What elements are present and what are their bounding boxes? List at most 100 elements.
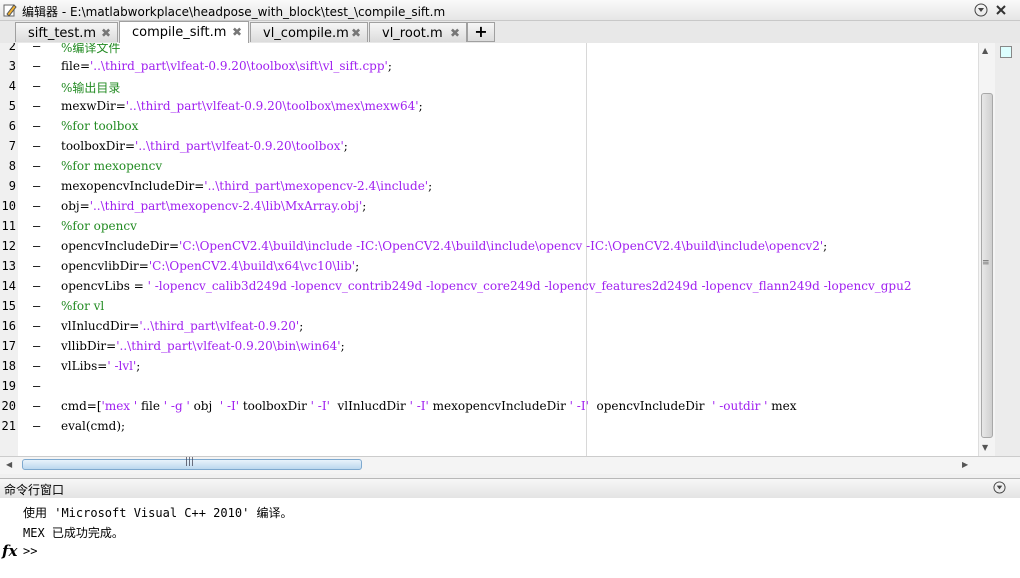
- code-text: %编译文件: [61, 43, 121, 55]
- tab-label: vl_compile.m: [263, 26, 349, 41]
- breakpoint-dash[interactable]: —: [33, 43, 40, 53]
- command-prompt[interactable]: >>: [23, 544, 37, 558]
- code-line[interactable]: 7 — toolboxDir='..\third_part\vlfeat-0.9.2…: [0, 136, 980, 156]
- line-number: 17: [1, 339, 16, 353]
- code-text: opencvIncludeDir='C:\OpenCV2.4\build\inc…: [61, 239, 828, 253]
- line-number: 8: [8, 159, 16, 173]
- line-number: 9: [8, 179, 16, 193]
- code-line[interactable]: 11 — %for opencv: [0, 216, 980, 236]
- code-line[interactable]: 9 — mexopencvIncludeDir='..\third_part\mex…: [0, 176, 980, 196]
- code-editor[interactable]: 2 — %编译文件 3 — file='..\third_part\vlfeat-0.9.…: [0, 43, 1020, 456]
- code-line[interactable]: 20 — cmd=['mex ' file ' -g ' obj ' -I' too…: [0, 396, 980, 416]
- scroll-down-arrow-icon[interactable]: ▼: [982, 443, 988, 452]
- breakpoint-dash[interactable]: —: [33, 99, 40, 113]
- chevron-down-icon[interactable]: [993, 481, 1006, 497]
- line-number: 5: [8, 99, 16, 113]
- code-text: eval(cmd);: [61, 419, 126, 433]
- close-icon[interactable]: ✖: [450, 26, 460, 40]
- code-line[interactable]: 12 — opencvIncludeDir='C:\OpenCV2.4\build\…: [0, 236, 980, 256]
- fx-function-browser-icon[interactable]: fx: [2, 542, 17, 560]
- line-number: 13: [1, 259, 16, 273]
- breakpoint-dash[interactable]: —: [33, 159, 40, 173]
- vertical-scrollbar[interactable]: ▲ ≡ ▼: [978, 43, 995, 456]
- code-line[interactable]: 6 — %for toolbox: [0, 116, 980, 136]
- breakpoint-dash[interactable]: —: [33, 79, 40, 93]
- breakpoint-dash[interactable]: —: [33, 299, 40, 313]
- code-text: file='..\third_part\vlfeat-0.9.20\toolbo…: [61, 59, 392, 73]
- breakpoint-dash[interactable]: —: [33, 319, 40, 333]
- tab-compile-sift[interactable]: compile_sift.m ✖: [119, 21, 249, 43]
- code-text: %输出目录: [61, 81, 121, 95]
- editor-title-bar: 编辑器 - E:\matlabworkplace\headpose_with_b…: [0, 0, 1020, 21]
- line-number: 20: [1, 399, 16, 413]
- scroll-right-arrow-icon[interactable]: ▶: [962, 460, 968, 469]
- breakpoint-dash[interactable]: —: [33, 399, 40, 413]
- breakpoint-dash[interactable]: —: [33, 219, 40, 233]
- breakpoint-dash[interactable]: —: [33, 119, 40, 133]
- code-line[interactable]: 3 — file='..\third_part\vlfeat-0.9.20\tool…: [0, 56, 980, 76]
- close-icon[interactable]: ✖: [232, 25, 242, 39]
- code-line[interactable]: 8 — %for mexopencv: [0, 156, 980, 176]
- line-number: 19: [1, 379, 16, 393]
- command-output-line: 使用 'Microsoft Visual C++ 2010' 编译。: [23, 506, 293, 520]
- code-text: opencvLibs = ' -lopencv_calib3d249d -lop…: [61, 279, 912, 293]
- code-line[interactable]: 5 — mexwDir='..\third_part\vlfeat-0.9.20\t…: [0, 96, 980, 116]
- add-tab-button[interactable]: +: [467, 22, 495, 42]
- breakpoint-dash[interactable]: —: [33, 379, 40, 393]
- line-number: 18: [1, 359, 16, 373]
- code-line[interactable]: 10 — obj='..\third_part\mexopencv-2.4\lib\…: [0, 196, 980, 216]
- close-icon[interactable]: ✖: [101, 26, 111, 40]
- command-window[interactable]: 使用 'Microsoft Visual C++ 2010' 编译。 MEX 已…: [0, 498, 1020, 578]
- line-number: 10: [1, 199, 16, 213]
- scroll-up-arrow-icon[interactable]: ▲: [982, 46, 988, 55]
- breakpoint-dash[interactable]: —: [33, 419, 40, 433]
- code-line[interactable]: 2 — %编译文件: [0, 43, 980, 56]
- code-text: %for opencv: [61, 219, 137, 233]
- code-line[interactable]: 4 — %输出目录: [0, 76, 980, 96]
- code-line[interactable]: 13 — opencvlibDir='C:\OpenCV2.4\build\x64\…: [0, 256, 980, 276]
- code-line[interactable]: 17 — vllibDir='..\third_part\vlfeat-0.9.20…: [0, 336, 980, 356]
- tab-vl-root[interactable]: vl_root.m ✖: [369, 22, 467, 42]
- scroll-grip-icon: |||: [185, 457, 195, 467]
- chevron-down-icon[interactable]: [974, 3, 988, 17]
- code-text: mexwDir='..\third_part\vlfeat-0.9.20\too…: [61, 99, 423, 113]
- breakpoint-dash[interactable]: —: [33, 339, 40, 353]
- breakpoint-dash[interactable]: —: [33, 279, 40, 293]
- window-title: 编辑器 - E:\matlabworkplace\headpose_with_b…: [22, 5, 446, 19]
- split-view-icon[interactable]: [1000, 46, 1012, 58]
- code-line[interactable]: 21 — eval(cmd);: [0, 416, 980, 436]
- code-line[interactable]: 16 — vlInlucdDir='..\third_part\vlfeat-0.9…: [0, 316, 980, 336]
- editor-tab-bar: sift_test.m ✖ compile_sift.m ✖ vl_compil…: [0, 21, 1020, 44]
- line-number: 6: [8, 119, 16, 133]
- line-number: 15: [1, 299, 16, 313]
- breakpoint-dash[interactable]: —: [33, 259, 40, 273]
- breakpoint-dash[interactable]: —: [33, 139, 40, 153]
- code-text: opencvlibDir='C:\OpenCV2.4\build\x64\vc1…: [61, 259, 360, 273]
- line-number: 16: [1, 319, 16, 333]
- code-text: vlInlucdDir='..\third_part\vlfeat-0.9.20…: [61, 319, 304, 333]
- breakpoint-dash[interactable]: —: [33, 199, 40, 213]
- close-icon[interactable]: [994, 3, 1008, 17]
- breakpoint-dash[interactable]: —: [33, 59, 40, 73]
- scroll-grip-icon: ≡: [982, 258, 990, 268]
- code-line[interactable]: 15 — %for vl: [0, 296, 980, 316]
- close-icon[interactable]: ✖: [351, 26, 361, 40]
- code-text: cmd=['mex ' file ' -g ' obj ' -I' toolbo…: [61, 399, 797, 413]
- code-line[interactable]: 18 — vlLibs=' -lvl';: [0, 356, 980, 376]
- command-window-header: 命令行窗口: [0, 478, 1020, 499]
- breakpoint-dash[interactable]: —: [33, 359, 40, 373]
- tab-sift-test[interactable]: sift_test.m ✖: [15, 22, 118, 42]
- tab-vl-compile[interactable]: vl_compile.m ✖: [250, 22, 368, 42]
- code-line[interactable]: 14 — opencvLibs = ' -lopencv_calib3d249d -…: [0, 276, 980, 296]
- scroll-left-arrow-icon[interactable]: ◀: [6, 460, 12, 469]
- editor-side-strip: [995, 43, 1020, 456]
- code-line[interactable]: 19 —: [0, 376, 980, 396]
- tab-label: sift_test.m: [28, 26, 97, 41]
- breakpoint-dash[interactable]: —: [33, 179, 40, 193]
- line-number: 11: [1, 219, 16, 233]
- breakpoint-dash[interactable]: —: [33, 239, 40, 253]
- horizontal-scrollbar[interactable]: ◀ ||| ▶: [0, 456, 1020, 474]
- line-number: 7: [8, 139, 16, 153]
- line-number: 4: [8, 79, 16, 93]
- code-text: %for mexopencv: [61, 159, 163, 173]
